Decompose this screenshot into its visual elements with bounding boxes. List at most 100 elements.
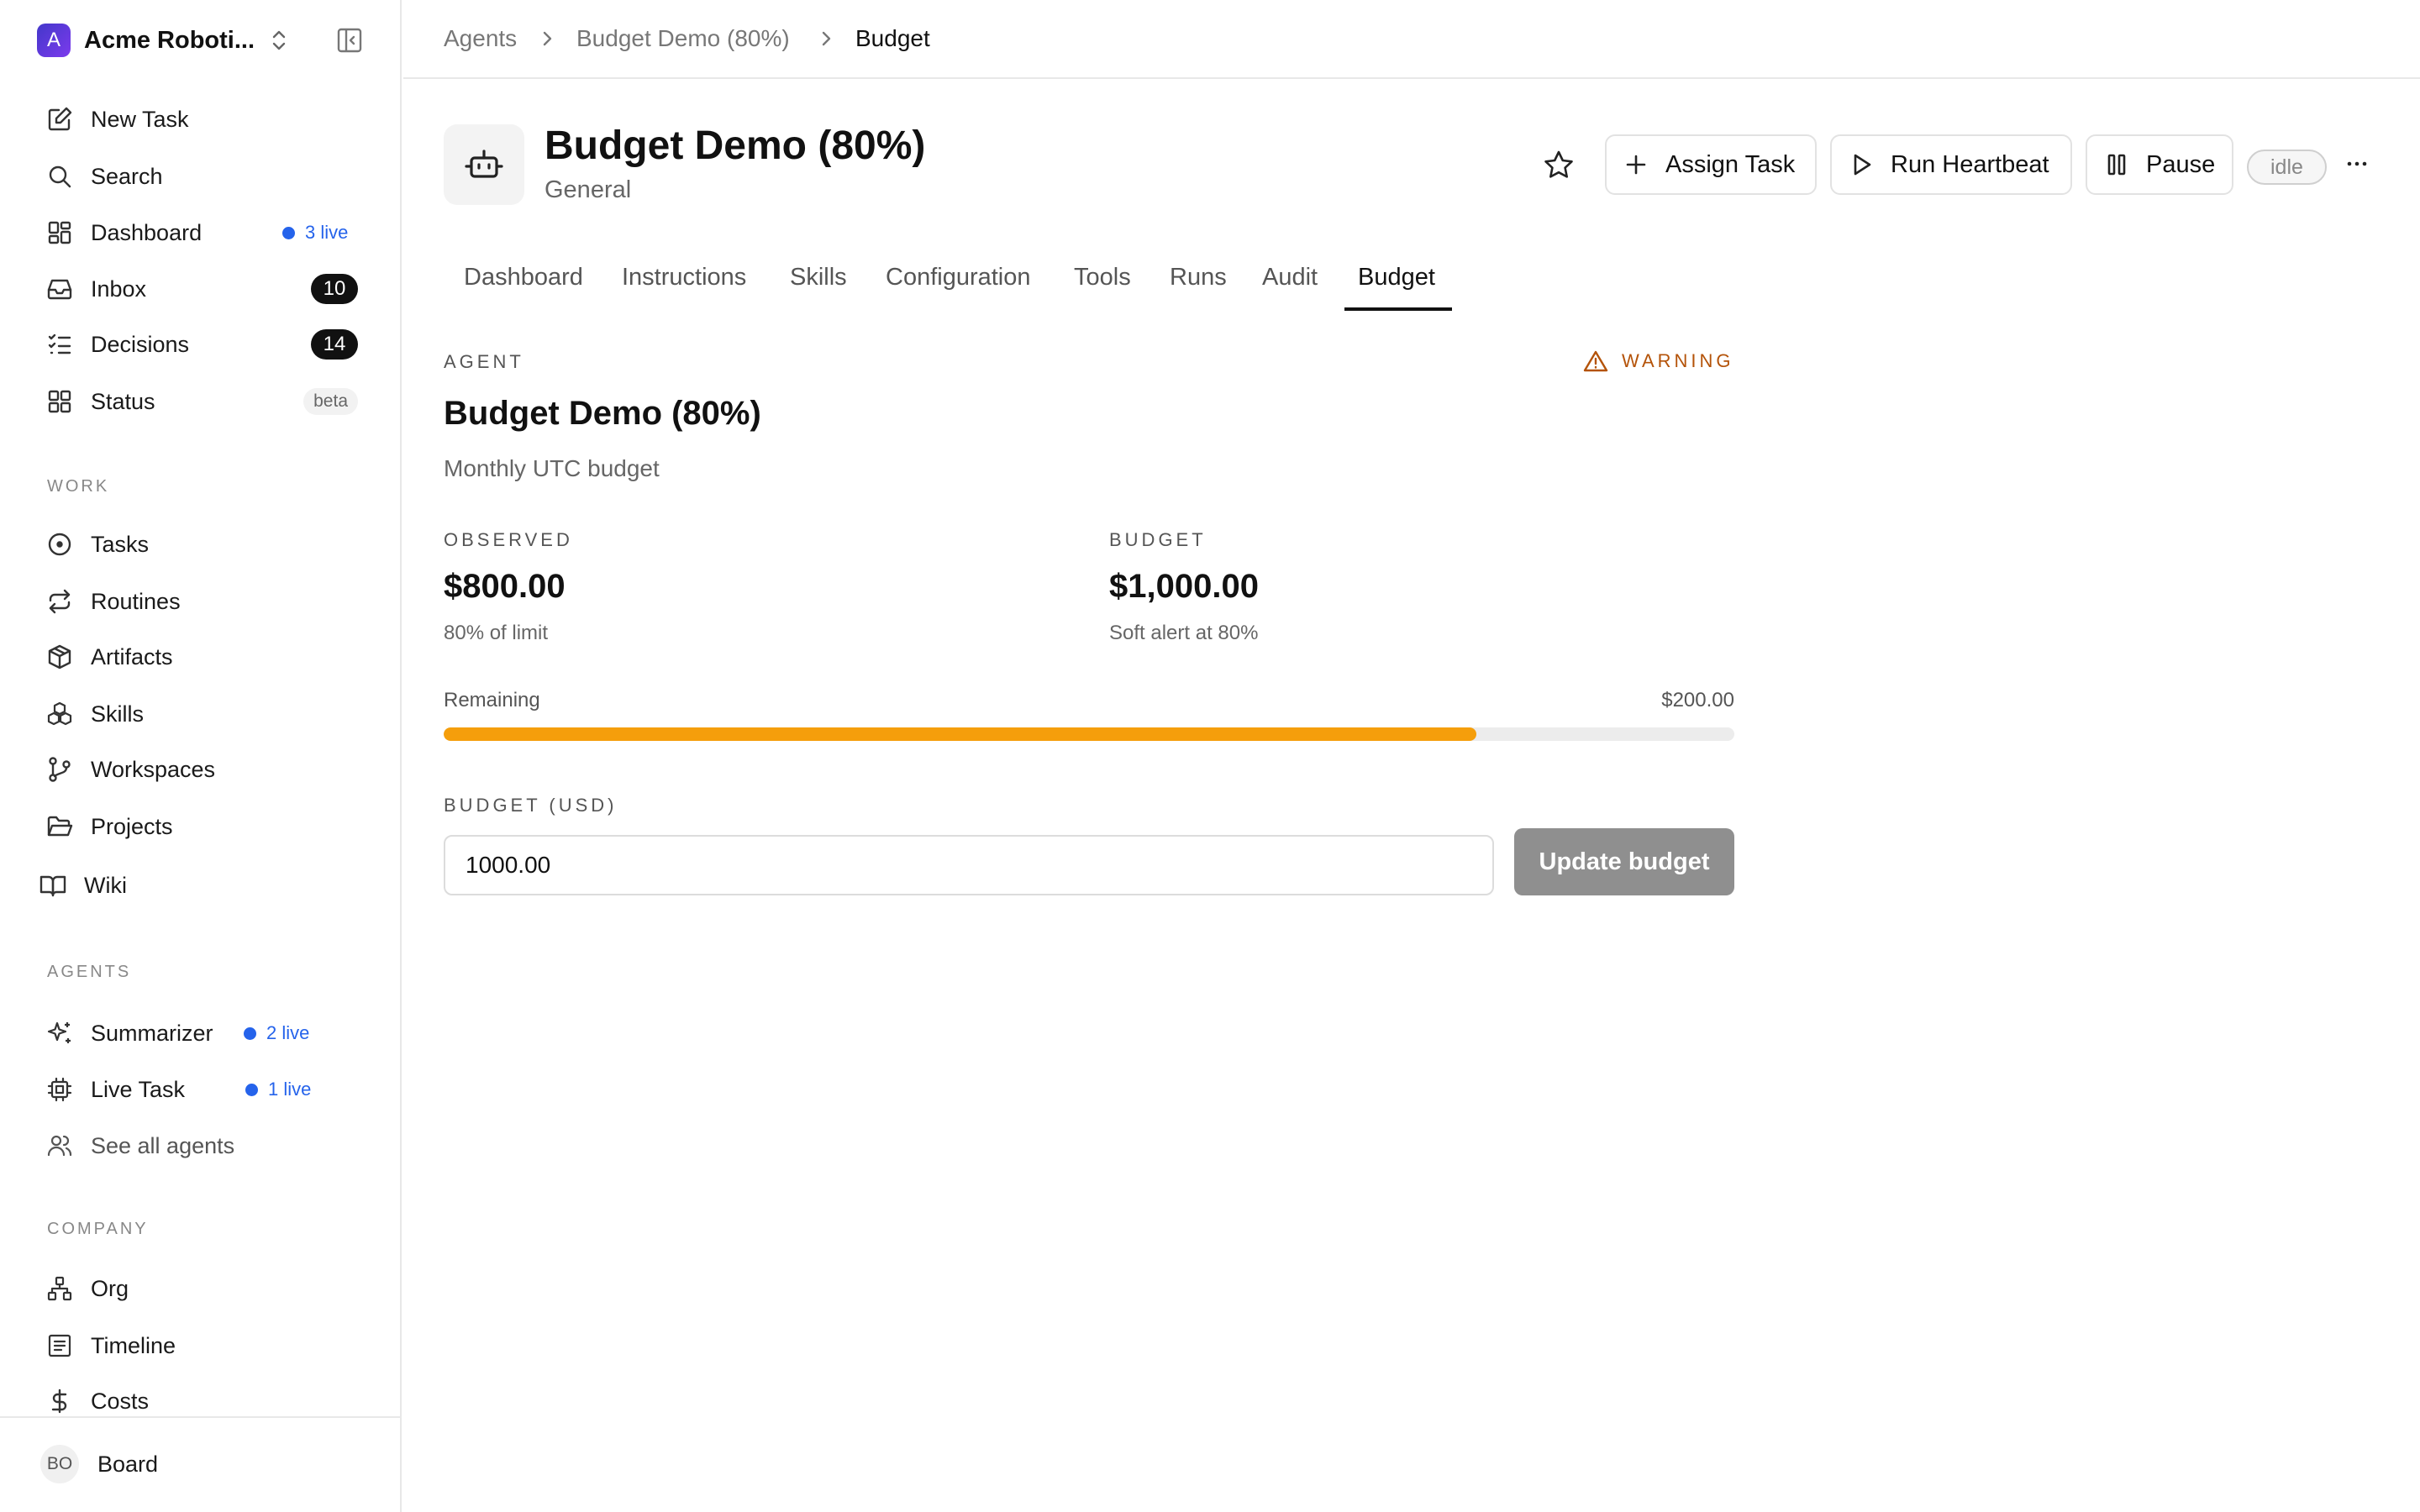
sidebar-item-search[interactable]: Search [45,155,358,198]
sidebar-item-status[interactable]: Status beta [45,380,358,423]
warning-status: WARNING [1583,349,1734,373]
sidebar-item-label: Costs [91,1388,150,1414]
tab-instructions[interactable]: Instructions [622,264,746,291]
users-icon [45,1131,74,1160]
live-dot [245,1083,258,1096]
assign-task-label: Assign Task [1665,150,1796,178]
sidebar-item-agent-summarizer[interactable]: Summarizer 2 live [45,1011,358,1055]
sidebar-item-decisions[interactable]: Decisions 14 [45,323,358,366]
sidebar-item-label: Decisions [91,331,190,357]
page-title: Budget Demo (80%) [544,123,926,168]
company-logo: A [37,24,71,57]
update-budget-button[interactable]: Update budget [1514,828,1734,895]
board-label[interactable]: Board [97,1452,158,1478]
tab-runs[interactable]: Runs [1170,264,1227,291]
decisions-count-badge: 14 [311,329,358,360]
budget-amount-input[interactable] [444,835,1494,895]
assign-task-button[interactable]: Assign Task [1605,134,1817,195]
chevron-right-icon [818,29,834,49]
tab-budget[interactable]: Budget [1358,264,1435,291]
sidebar-item-label: Artifacts [91,643,173,669]
live-dot [282,226,295,239]
favorite-button[interactable] [1543,150,1575,181]
tab-tools[interactable]: Tools [1074,264,1131,291]
star-icon [1544,150,1573,178]
sidebar-item-routines[interactable]: Routines [45,580,358,623]
sidebar-item-org[interactable]: Org [45,1267,358,1310]
sparkles-icon [45,1019,74,1047]
sidebar-item-label: Tasks [91,531,150,557]
sidebar-item-timeline[interactable]: Timeline [45,1324,358,1368]
budget-input-label: BUDGET (USD) [444,795,618,816]
avatar[interactable]: BO [40,1445,79,1483]
sidebar-item-agent-live-task[interactable]: Live Task 1 live [45,1068,358,1111]
list-box-icon [45,1331,74,1360]
budget-period: Monthly UTC budget [444,455,660,481]
breadcrumb-agents[interactable]: Agents [444,25,517,52]
sidebar-item-label: Wiki [84,872,127,898]
budget-progress-bar [444,727,1734,741]
remaining-value: $200.00 [1661,689,1734,711]
repeat-icon [45,587,74,616]
sidebar-item-label: Inbox [91,276,147,302]
chevron-up-down-icon [270,29,288,52]
budget-caption: BUDGET [1109,529,1207,550]
breadcrumb-agent[interactable]: Budget Demo (80%) [576,25,790,52]
sidebar-item-wiki[interactable]: Wiki [39,864,351,907]
run-heartbeat-button[interactable]: Run Heartbeat [1830,134,2072,195]
breadcrumb-current: Budget [855,25,930,51]
pause-button[interactable]: Pause [2086,134,2233,195]
collapse-sidebar-button[interactable] [336,27,363,54]
sidebar-item-label: Org [91,1275,129,1301]
sidebar-item-inbox[interactable]: Inbox 10 [45,267,358,311]
sidebar-item-artifacts[interactable]: Artifacts [45,635,358,679]
more-options-button[interactable] [2344,151,2370,176]
org-chart-icon [45,1274,74,1303]
dashboard-icon [45,218,74,247]
topbar: Agents Budget Demo (80%) Budget [403,0,2420,79]
status-badge: idle [2247,150,2327,185]
git-branch-icon [45,755,74,784]
sidebar-item-workspaces[interactable]: Workspaces [45,748,358,791]
ellipsis-icon [2347,161,2367,166]
active-tab-indicator [1344,307,1452,311]
budget-agent-name: Budget Demo (80%) [444,395,761,432]
section-label-company: COMPANY [47,1220,149,1238]
observed-value: $800.00 [444,568,566,605]
live-indicator: 2 live [244,1022,309,1044]
plus-icon [1623,152,1649,177]
budget-note: Soft alert at 80% [1109,622,1259,644]
sidebar-item-skills[interactable]: Skills [45,692,358,736]
live-indicator: 3 live [282,222,348,244]
sidebar-item-tasks[interactable]: Tasks [45,522,358,566]
sidebar-footer: BO Board [0,1416,402,1512]
sidebar-item-new-task[interactable]: New Task [45,97,358,141]
book-open-icon [39,871,67,900]
sidebar-item-dashboard[interactable]: Dashboard 3 live [45,211,358,255]
sidebar-item-label: Summarizer [91,1020,213,1046]
sidebar-item-label: Skills [91,701,145,727]
dollar-icon [45,1387,74,1415]
agent-caption: AGENT [444,351,524,372]
tab-audit[interactable]: Audit [1262,264,1318,291]
boxes-icon [45,700,74,728]
tab-configuration[interactable]: Configuration [886,264,1031,291]
warning-label: WARNING [1622,350,1734,371]
sidebar-item-label: See all agents [91,1132,235,1158]
section-label-agents: AGENTS [47,963,132,981]
sidebar-item-see-all-agents[interactable]: See all agents [45,1124,358,1168]
tab-dashboard[interactable]: Dashboard [464,264,583,291]
tab-skills[interactable]: Skills [790,264,847,291]
search-icon [45,162,74,191]
company-switcher[interactable]: A Acme Roboti... [37,22,365,59]
play-icon [1849,152,1874,177]
sidebar-item-label: Dashboard [91,219,203,245]
sidebar-item-projects[interactable]: Projects [45,805,358,848]
live-dot [244,1026,256,1040]
remaining-label: Remaining [444,689,540,711]
observed-caption: OBSERVED [444,529,573,550]
pause-label: Pause [2146,150,2216,178]
checklist-icon [45,330,74,359]
agent-role: General [544,176,632,203]
inbox-count-badge: 10 [311,274,358,304]
